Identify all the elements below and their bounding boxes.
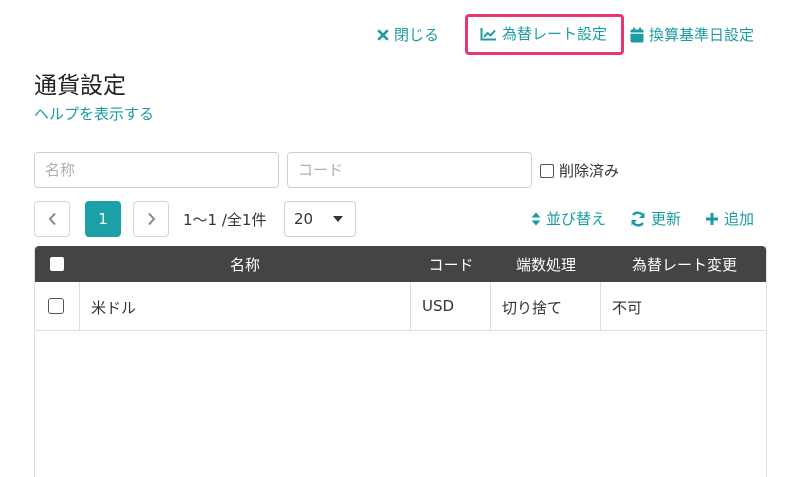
chevron-right-icon [147, 212, 155, 226]
cell-name: 米ドル [91, 299, 137, 317]
sort-icon [531, 212, 541, 226]
refresh-icon [630, 210, 646, 227]
help-link[interactable]: ヘルプを表示する [34, 103, 154, 124]
refresh-button[interactable]: 更新 [630, 208, 681, 229]
exchange-rate-settings-button[interactable]: 為替レート設定 [464, 14, 624, 55]
plus-icon [705, 212, 719, 226]
cell-code: USD [422, 297, 455, 315]
pager-range-text: 1〜1 /全1件 [183, 211, 267, 229]
list-actions: 並び替え 更新 追加 [531, 208, 754, 229]
close-button[interactable]: 閉じる [377, 24, 439, 45]
refresh-label: 更新 [650, 210, 681, 228]
base-date-settings-label: 換算基準日設定 [648, 26, 754, 44]
add-label: 追加 [723, 210, 754, 228]
cell-rounding: 切り捨て [502, 299, 563, 317]
close-icon [377, 29, 389, 41]
page-size-select[interactable]: 20 [284, 201, 356, 237]
column-header-name[interactable]: 名称 [79, 254, 411, 275]
row-checkbox[interactable] [48, 298, 64, 314]
next-page-button[interactable] [133, 201, 169, 237]
current-page-button[interactable]: 1 [85, 201, 121, 237]
sort-button[interactable]: 並び替え [531, 208, 606, 229]
page-title: 通貨設定 [34, 73, 126, 99]
page-size-value: 20 [294, 210, 314, 228]
exchange-rate-settings-label: 為替レート設定 [501, 25, 607, 43]
chevron-left-icon [48, 212, 56, 226]
cell-rate-change: 不可 [612, 299, 643, 317]
base-date-settings-button[interactable]: 換算基準日設定 [630, 24, 754, 45]
prev-page-button[interactable] [34, 201, 70, 237]
caret-down-icon [333, 216, 343, 222]
calendar-icon [630, 27, 644, 43]
sort-label: 並び替え [545, 210, 606, 228]
column-header-code[interactable]: コード [411, 254, 491, 275]
select-all-checkbox[interactable] [50, 257, 64, 271]
deleted-label: 削除済み [559, 162, 620, 180]
table-header: 名称 コード 端数処理 為替レート変更 [35, 246, 766, 282]
top-toolbar: 閉じる 為替レート設定 換算基準日設定 [377, 14, 754, 55]
currency-table: 名称 コード 端数処理 為替レート変更 米ドル USD 切り捨て 不可 [34, 246, 767, 477]
code-search-input[interactable] [287, 152, 532, 188]
column-header-rounding[interactable]: 端数処理 [491, 254, 601, 275]
name-search-input[interactable] [34, 152, 279, 188]
deleted-checkbox[interactable] [540, 163, 554, 178]
add-button[interactable]: 追加 [705, 208, 754, 229]
close-label: 閉じる [393, 26, 439, 44]
line-chart-icon [480, 27, 497, 41]
column-header-rate-change[interactable]: 為替レート変更 [601, 254, 768, 275]
table-row[interactable]: 米ドル USD 切り捨て 不可 [35, 282, 766, 331]
deleted-filter[interactable]: 削除済み [540, 160, 619, 181]
